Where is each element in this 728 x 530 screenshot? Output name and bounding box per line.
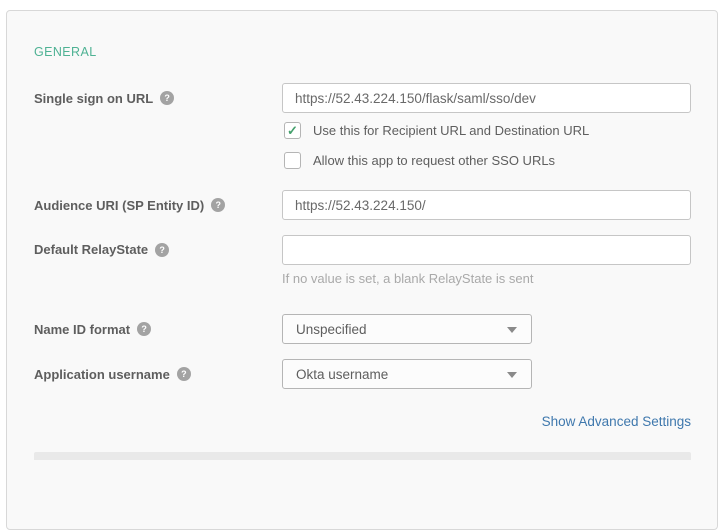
relay-state-help-icon[interactable]: ?: [155, 243, 169, 257]
application-username-row: Application username ? Okta username: [34, 359, 691, 389]
audience-uri-label: Audience URI (SP Entity ID): [34, 198, 204, 213]
section-divider: [34, 452, 691, 460]
name-id-format-help-icon[interactable]: ?: [137, 322, 151, 336]
name-id-format-value: Unspecified: [296, 322, 367, 337]
chevron-down-icon: [507, 372, 517, 378]
application-username-select[interactable]: Okta username: [282, 359, 532, 389]
sso-url-label: Single sign on URL: [34, 91, 153, 106]
sso-url-input[interactable]: [282, 83, 691, 113]
application-username-label: Application username: [34, 367, 170, 382]
show-advanced-settings-link[interactable]: Show Advanced Settings: [542, 414, 691, 429]
recipient-url-checkbox-row[interactable]: ✓ Use this for Recipient URL and Destina…: [284, 122, 691, 139]
other-sso-checkbox-label: Allow this app to request other SSO URLs: [313, 153, 555, 168]
name-id-format-row: Name ID format ? Unspecified: [34, 314, 691, 344]
general-settings-panel: GENERAL Single sign on URL ? ✓ Use this …: [6, 10, 718, 530]
audience-uri-row: Audience URI (SP Entity ID) ?: [34, 190, 691, 220]
other-sso-checkbox[interactable]: [284, 152, 301, 169]
audience-uri-help-icon[interactable]: ?: [211, 198, 225, 212]
relay-state-label: Default RelayState: [34, 242, 148, 257]
application-username-value: Okta username: [296, 367, 388, 382]
name-id-format-select[interactable]: Unspecified: [282, 314, 532, 344]
chevron-down-icon: [507, 327, 517, 333]
sso-url-help-icon[interactable]: ?: [160, 91, 174, 105]
relay-state-row: Default RelayState ? If no value is set,…: [34, 235, 691, 286]
advanced-settings-link-row: Show Advanced Settings: [34, 413, 691, 431]
relay-state-hint: If no value is set, a blank RelayState i…: [282, 271, 691, 286]
other-sso-checkbox-row[interactable]: Allow this app to request other SSO URLs: [284, 152, 691, 169]
checkmark-icon: ✓: [287, 124, 298, 137]
audience-uri-input[interactable]: [282, 190, 691, 220]
name-id-format-label: Name ID format: [34, 322, 130, 337]
sso-url-row: Single sign on URL ?: [34, 83, 691, 113]
application-username-help-icon[interactable]: ?: [177, 367, 191, 381]
recipient-url-checkbox-label: Use this for Recipient URL and Destinati…: [313, 123, 589, 138]
section-title: GENERAL: [34, 45, 691, 59]
relay-state-input[interactable]: [282, 235, 691, 265]
recipient-url-checkbox[interactable]: ✓: [284, 122, 301, 139]
